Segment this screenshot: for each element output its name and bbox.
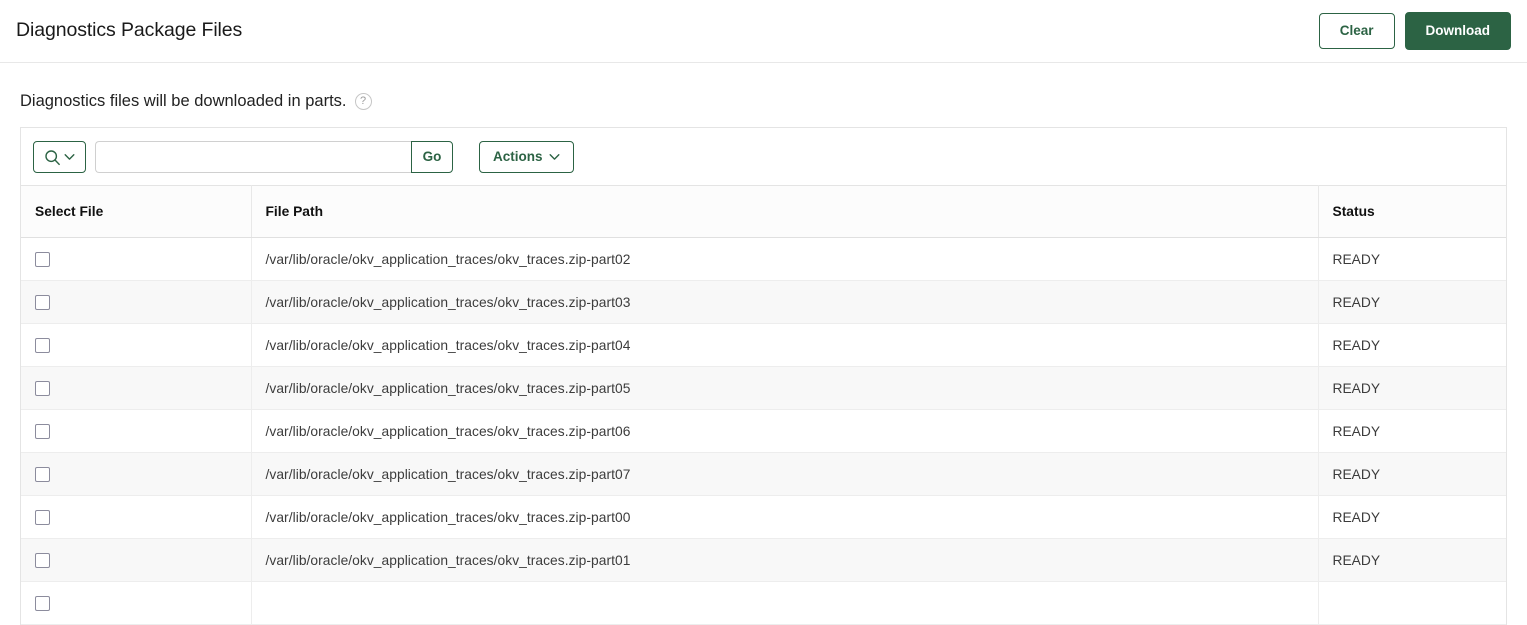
row-select-cell: [21, 409, 252, 453]
search-input[interactable]: [95, 141, 411, 173]
download-button[interactable]: Download: [1404, 11, 1511, 51]
file-path-cell: /var/lib/oracle/okv_application_traces/o…: [251, 495, 1319, 539]
clear-button[interactable]: Clear: [1318, 12, 1395, 50]
row-select-cell: [21, 366, 252, 410]
go-button[interactable]: Go: [411, 141, 453, 173]
file-path-cell: /var/lib/oracle/okv_application_traces/o…: [251, 280, 1319, 324]
row-select-cell: [21, 538, 252, 582]
diagnostics-files-table: Select File File Path Status /var/lib/or…: [21, 185, 1506, 625]
column-header-select-file[interactable]: Select File: [21, 185, 252, 238]
table-body: /var/lib/oracle/okv_application_traces/o…: [21, 237, 1506, 625]
table-row: /var/lib/oracle/okv_application_traces/o…: [21, 538, 1506, 582]
table-header-row: Select File File Path Status: [21, 185, 1506, 238]
file-path-cell: /var/lib/oracle/okv_application_traces/o…: [251, 323, 1319, 367]
row-select-checkbox[interactable]: [35, 337, 50, 353]
row-select-checkbox[interactable]: [35, 423, 50, 439]
row-select-cell: [21, 323, 252, 367]
row-select-cell: [21, 237, 252, 281]
search-icon: [44, 149, 61, 166]
row-select-checkbox[interactable]: [35, 552, 50, 568]
search-column-selector[interactable]: [33, 141, 86, 173]
row-select-checkbox[interactable]: [35, 294, 50, 310]
file-path-cell: /var/lib/oracle/okv_application_traces/o…: [251, 237, 1319, 281]
status-cell: READY: [1318, 538, 1506, 582]
search-field-group: Go: [95, 141, 453, 173]
row-select-checkbox[interactable]: [35, 595, 50, 611]
row-select-checkbox[interactable]: [35, 466, 50, 482]
actions-button-label: Actions: [493, 149, 543, 165]
row-select-cell: [21, 452, 252, 496]
page-header: Diagnostics Package Files Clear Download: [0, 0, 1527, 63]
report-toolbar: Go Actions: [21, 128, 1506, 185]
help-icon[interactable]: ?: [354, 93, 372, 110]
status-cell: READY: [1318, 237, 1506, 281]
download-notice-text: Diagnostics files will be downloaded in …: [20, 92, 347, 111]
file-path-cell: /var/lib/oracle/okv_application_traces/o…: [251, 452, 1319, 496]
page-body: Diagnostics files will be downloaded in …: [0, 63, 1527, 625]
chevron-down-icon: [549, 150, 560, 164]
status-cell: READY: [1318, 495, 1506, 539]
row-select-cell: [21, 581, 252, 625]
table-row: /var/lib/oracle/okv_application_traces/o…: [21, 280, 1506, 324]
status-cell: READY: [1318, 409, 1506, 453]
table-row: /var/lib/oracle/okv_application_traces/o…: [21, 323, 1506, 367]
status-cell: READY: [1318, 280, 1506, 324]
interactive-report-region: Go Actions Select File File Path Status …: [20, 127, 1507, 625]
table-row: [21, 581, 1506, 625]
file-path-cell: /var/lib/oracle/okv_application_traces/o…: [251, 409, 1319, 453]
table-row: /var/lib/oracle/okv_application_traces/o…: [21, 237, 1506, 281]
status-cell: [1318, 581, 1506, 625]
row-select-checkbox[interactable]: [35, 251, 50, 267]
file-path-cell: /var/lib/oracle/okv_application_traces/o…: [251, 538, 1319, 582]
table-header: Select File File Path Status: [21, 185, 1506, 238]
page-title: Diagnostics Package Files: [16, 19, 243, 42]
status-cell: READY: [1318, 323, 1506, 367]
header-actions: Clear Download: [1318, 11, 1511, 51]
table-row: /var/lib/oracle/okv_application_traces/o…: [21, 452, 1506, 496]
actions-button[interactable]: Actions: [479, 141, 574, 173]
column-header-status[interactable]: Status: [1318, 185, 1506, 238]
status-cell: READY: [1318, 366, 1506, 410]
file-path-cell: [251, 581, 1319, 625]
table-row: /var/lib/oracle/okv_application_traces/o…: [21, 409, 1506, 453]
status-cell: READY: [1318, 452, 1506, 496]
chevron-down-icon: [64, 153, 75, 161]
row-select-checkbox[interactable]: [35, 509, 50, 525]
row-select-cell: [21, 280, 252, 324]
download-notice: Diagnostics files will be downloaded in …: [14, 63, 1513, 127]
table-row: /var/lib/oracle/okv_application_traces/o…: [21, 366, 1506, 410]
row-select-cell: [21, 495, 252, 539]
file-path-cell: /var/lib/oracle/okv_application_traces/o…: [251, 366, 1319, 410]
table-row: /var/lib/oracle/okv_application_traces/o…: [21, 495, 1506, 539]
row-select-checkbox[interactable]: [35, 380, 50, 396]
column-header-file-path[interactable]: File Path: [251, 185, 1319, 238]
